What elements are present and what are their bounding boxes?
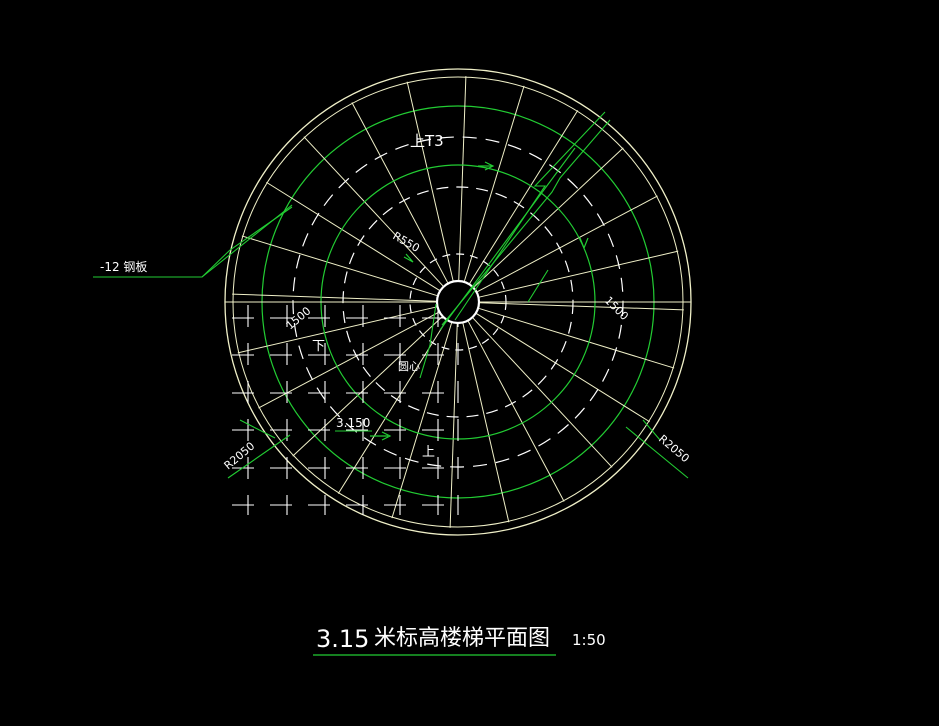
radius-right-label: R2050 xyxy=(656,432,692,465)
tread-line xyxy=(463,85,525,282)
title-scale: 1:50 xyxy=(572,631,606,649)
tread-line xyxy=(469,110,579,284)
dim-right-label: 1500 xyxy=(602,294,631,323)
leader-lines xyxy=(93,111,689,479)
tread-line xyxy=(449,323,458,528)
stair-plan-drawing: -12 钢板 上T3 R550 1500 1500 下 圆心 3.150 上 R… xyxy=(93,68,692,656)
tread-line xyxy=(472,317,613,468)
tread-line xyxy=(351,102,449,283)
tread-line xyxy=(303,136,444,287)
down-label: 下 xyxy=(312,339,325,354)
center-label: 圆心 xyxy=(398,360,420,373)
radius-inner-label: R550 xyxy=(391,229,422,255)
tread-line xyxy=(237,306,437,354)
up-marker-label: 上 xyxy=(422,445,435,460)
tread-line xyxy=(479,250,679,298)
tread-line xyxy=(458,76,467,281)
tread-line xyxy=(391,322,453,519)
radius-left-label: R2050 xyxy=(222,439,258,472)
tread-line xyxy=(476,313,650,423)
title-number: 3.15 xyxy=(316,625,369,653)
tread-line xyxy=(473,147,624,288)
tread-line xyxy=(478,307,675,369)
tread-line xyxy=(266,181,440,291)
level-label: 3.150 xyxy=(336,416,370,430)
steel-plate-label: -12 钢板 xyxy=(100,260,147,274)
tread-line xyxy=(292,316,443,457)
tread-line xyxy=(462,323,510,523)
up-label: 上T3 xyxy=(410,132,444,150)
tread-line xyxy=(232,293,437,302)
title-text: 米标高楼梯平面图 xyxy=(374,626,550,651)
tread-line xyxy=(467,321,565,502)
tread-line xyxy=(479,302,684,311)
